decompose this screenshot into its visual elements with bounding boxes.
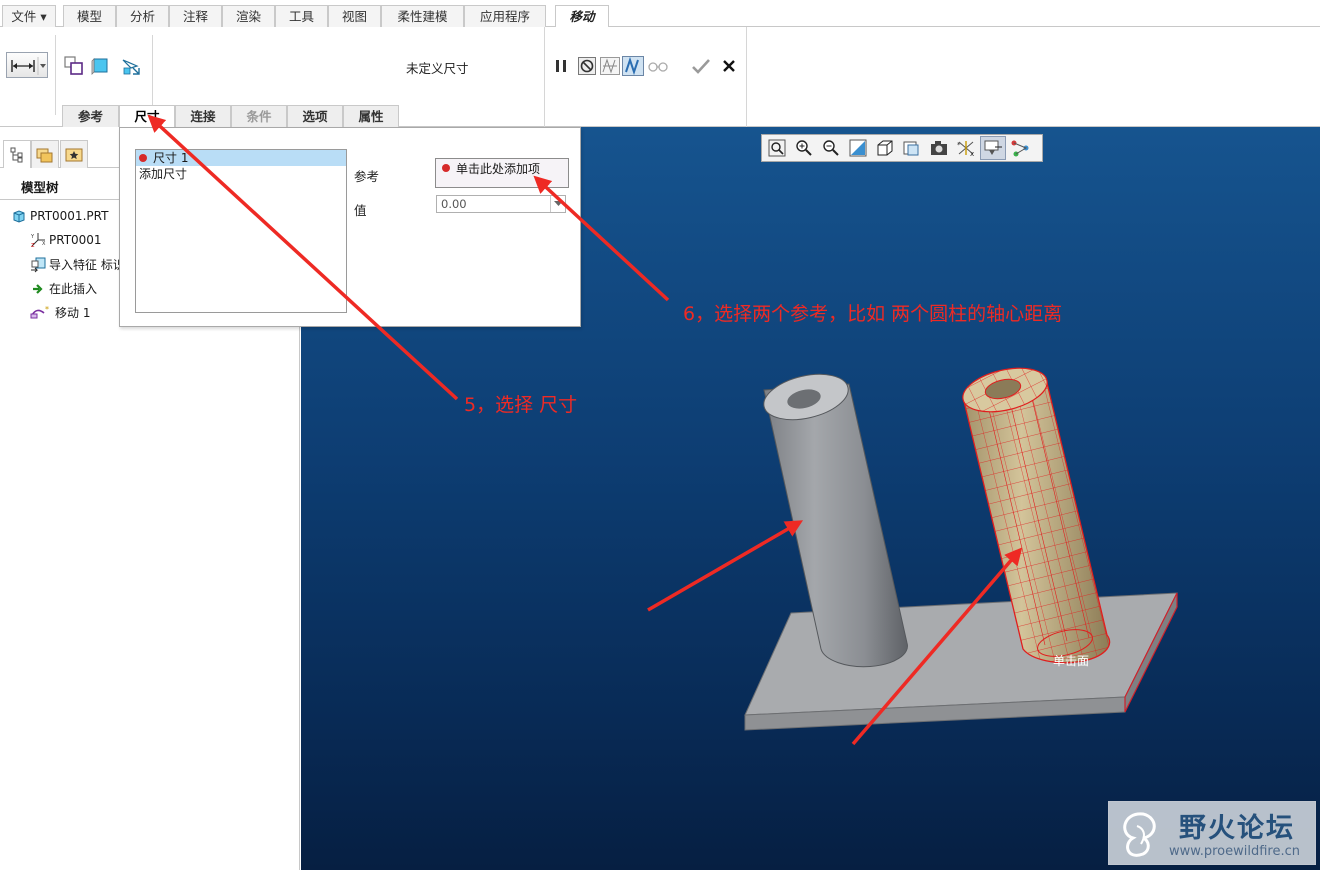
cancel-button[interactable]	[718, 55, 740, 77]
tree-item-import-feature[interactable]: 导入特征 标识	[30, 256, 120, 273]
no-preview-button[interactable]	[576, 55, 598, 77]
svg-text:*: *	[45, 305, 49, 314]
tree-item-insert-here[interactable]: 在此插入	[30, 280, 97, 297]
tab-file[interactable]: 文件 ▾	[2, 5, 56, 27]
annotation-step-5: 5，选择 尺寸	[464, 394, 578, 416]
tab-favorites[interactable]	[60, 140, 88, 168]
subtab-conditions[interactable]: 条件	[231, 105, 287, 127]
subtab-options[interactable]: 选项	[287, 105, 343, 127]
tab-view[interactable]: 视图	[328, 5, 381, 27]
dimension-item-label: 尺寸 1	[153, 151, 189, 165]
tab-annotate[interactable]: 注释	[169, 5, 222, 27]
preview-mesh-button[interactable]	[599, 55, 621, 77]
model-tree-icon	[10, 147, 23, 162]
add-dimension-label: 添加尺寸	[139, 167, 188, 181]
model-tree-title: 模型树	[21, 180, 59, 195]
tab-render[interactable]: 渲染	[222, 5, 275, 27]
annotation-step-6: 6，选择两个参考，比如 两个圆柱的轴心距离	[683, 303, 1063, 325]
base-plate[interactable]	[744, 592, 1178, 731]
add-dimension-item[interactable]: 添加尺寸	[136, 166, 346, 182]
subtab-references[interactable]: 参考	[62, 105, 119, 127]
status-dot-icon	[442, 164, 450, 172]
tree-item-move-feature[interactable]: * 移动 1	[30, 304, 90, 321]
rotate-plane-icon	[91, 58, 108, 75]
cancel-x-icon	[723, 60, 735, 72]
move-csys-icon	[122, 59, 140, 75]
forum-logo-icon	[1123, 812, 1156, 857]
ribbon: 未定义尺寸 参考 尺寸 连接 条件 选项 属性	[0, 27, 1320, 128]
tab-move[interactable]: 移动	[555, 5, 609, 28]
tab-analysis[interactable]: 分析	[116, 5, 169, 27]
tree-item-csys[interactable]: Y X Z PRT0001	[30, 232, 102, 248]
ribbon-separator	[152, 35, 153, 115]
tree-item-label: 移动 1	[55, 306, 91, 320]
pause-button[interactable]	[551, 55, 571, 77]
value-input[interactable]: 0.00	[436, 195, 566, 213]
insert-here-arrow-icon	[30, 281, 46, 297]
tab-tools[interactable]: 工具	[275, 5, 328, 27]
preview-shaded-button[interactable]	[622, 55, 644, 77]
translate-icon	[64, 56, 83, 75]
tab-flexible-modeling[interactable]: 柔性建模	[381, 5, 464, 27]
dimension-icon	[11, 57, 46, 75]
dimension-type-dropdown[interactable]	[6, 52, 48, 78]
no-preview-icon	[578, 57, 596, 75]
references-collector[interactable]: 单击此处添加项	[435, 158, 569, 188]
ok-button[interactable]	[689, 55, 713, 77]
ribbon-separator	[544, 27, 545, 127]
value-dropdown-button[interactable]	[550, 196, 565, 212]
verify-glasses-button[interactable]	[646, 55, 670, 77]
tree-item-label: 导入特征 标识	[49, 258, 120, 272]
dimension-status-label: 未定义尺寸	[406, 61, 469, 76]
ok-check-icon	[692, 59, 710, 74]
move-translate-button[interactable]	[62, 55, 86, 77]
dimension-list-item[interactable]: 尺寸 1	[136, 150, 346, 166]
chevron-down-icon	[553, 201, 563, 206]
subtab-connections[interactable]: 连接	[175, 105, 231, 127]
status-dot-icon	[139, 154, 147, 162]
cylinder-left[interactable]	[759, 367, 908, 668]
svg-text:Z: Z	[31, 243, 35, 248]
tree-item-part[interactable]: PRT0001.PRT	[11, 208, 108, 224]
tree-item-label: PRT0001	[49, 233, 102, 247]
svg-text:X: X	[42, 241, 46, 247]
tab-folder-browser[interactable]	[31, 140, 59, 168]
mesh-preview-icon	[600, 57, 620, 75]
watermark-url: www.proewildfire.cn	[1169, 844, 1300, 859]
tab-model-tree[interactable]	[3, 140, 31, 168]
tab-model[interactable]: 模型	[63, 5, 116, 27]
references-collector-text: 单击此处添加项	[456, 162, 541, 176]
watermark: 野火论坛 www.proewildfire.cn	[1108, 801, 1316, 865]
part-icon	[11, 208, 27, 224]
subtab-dimensions[interactable]: 尺寸	[119, 105, 175, 128]
tree-item-label: 在此插入	[49, 282, 98, 296]
ribbon-separator	[746, 27, 747, 127]
csys-icon: Y X Z	[30, 232, 46, 248]
pick-face-label: 单击面	[1053, 654, 1090, 668]
move-coordinate-button[interactable]	[119, 55, 145, 77]
move-rotate-button[interactable]	[89, 55, 113, 77]
svg-text:Y: Y	[30, 234, 35, 240]
tab-applications[interactable]: 应用程序	[464, 5, 546, 27]
shaded-preview-icon	[622, 56, 644, 76]
tree-item-label: PRT0001.PRT	[30, 209, 109, 223]
move-feature-icon: *	[30, 305, 52, 321]
pause-icon	[556, 60, 566, 72]
value-label: 值	[354, 203, 367, 218]
ribbon-separator	[55, 35, 56, 115]
menu-bar: 文件 ▾ 模型 分析 注释 渲染 工具 视图 柔性建模 应用程序 移动	[0, 0, 1320, 28]
folder-browser-icon	[36, 148, 53, 162]
watermark-title: 野火论坛	[1179, 813, 1295, 844]
import-feature-icon	[30, 257, 46, 273]
dimension-list: 尺寸 1 添加尺寸	[135, 149, 347, 313]
dimensions-panel: 尺寸 1 添加尺寸 参考 单击此处添加项 值 0.00	[119, 127, 581, 327]
subtab-properties[interactable]: 属性	[343, 105, 399, 127]
favorites-star-icon	[65, 148, 83, 161]
glasses-icon	[648, 62, 668, 72]
references-label: 参考	[354, 169, 380, 184]
